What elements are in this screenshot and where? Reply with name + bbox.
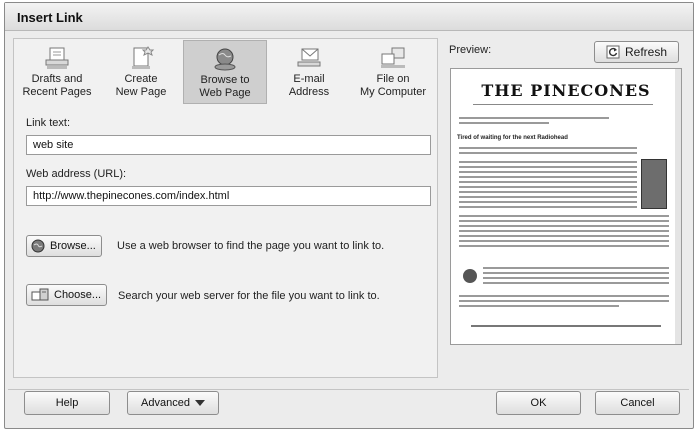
preview-text-line xyxy=(459,215,669,217)
preview-nav-bar xyxy=(473,104,653,105)
help-button-label: Help xyxy=(55,397,79,409)
browse-button-label: Browse... xyxy=(50,240,96,252)
preview-text-line xyxy=(459,166,637,168)
preview-icon-image xyxy=(463,269,477,283)
tab-drafts-recent-pages[interactable]: Drafts and Recent Pages xyxy=(15,40,99,104)
preview-text-line xyxy=(483,272,669,274)
web-address-label: Web address (URL): xyxy=(26,168,127,180)
new-page-icon xyxy=(132,46,155,69)
preview-text-line xyxy=(483,267,669,269)
advanced-button[interactable]: Advanced xyxy=(127,391,219,415)
preview-text-line xyxy=(459,122,549,124)
choose-button-label: Choose... xyxy=(54,289,102,301)
browse-description: Use a web browser to find the page you w… xyxy=(117,240,385,252)
browse-button[interactable]: Browse... xyxy=(26,235,102,257)
tab-browse-web-page[interactable]: Browse to Web Page xyxy=(183,40,267,104)
preview-text-line xyxy=(459,235,669,237)
refresh-icon xyxy=(606,45,620,59)
preview-album-image xyxy=(641,159,667,209)
preview-text-line xyxy=(459,225,669,227)
preview-text-line xyxy=(459,300,669,302)
preview-text-line xyxy=(459,191,637,193)
preview-footer-line xyxy=(471,325,661,327)
refresh-button-label: Refresh xyxy=(624,45,668,59)
web-address-input[interactable] xyxy=(26,186,431,206)
link-options-panel: Drafts and Recent Pages Create New Page … xyxy=(13,38,438,378)
preview-text-line xyxy=(459,305,619,307)
preview-text-line xyxy=(483,282,669,284)
preview-text-line xyxy=(459,152,637,154)
tab-label: Browse to Web Page xyxy=(199,74,251,99)
preview-text-line xyxy=(459,245,669,247)
preview-text-line xyxy=(459,147,637,149)
link-text-label: Link text: xyxy=(26,117,71,129)
preview-headline: Tired of waiting for the next Radiohead xyxy=(457,135,568,141)
preview-text-line xyxy=(459,171,637,173)
refresh-button[interactable]: Refresh xyxy=(594,41,679,63)
link-type-toolbar: Drafts and Recent Pages Create New Page … xyxy=(15,40,436,104)
preview-text-line xyxy=(459,295,669,297)
tab-label: File on My Computer xyxy=(359,73,427,98)
preview-text-line xyxy=(459,181,637,183)
preview-label: Preview: xyxy=(449,44,492,56)
preview-text-line xyxy=(459,220,669,222)
tab-label: E-mail Address xyxy=(288,73,330,98)
link-text-input[interactable] xyxy=(26,135,431,155)
caret-down-icon xyxy=(194,400,205,406)
tab-label: Create New Page xyxy=(115,73,167,98)
preview-text-line xyxy=(483,277,669,279)
server-icon xyxy=(31,288,49,301)
preview-site-title: THE PINECONES xyxy=(481,81,651,100)
choose-button[interactable]: Choose... xyxy=(26,284,108,306)
preview-scrollbar[interactable] xyxy=(675,69,681,344)
help-button[interactable]: Help xyxy=(24,391,110,415)
preview-text-line xyxy=(459,176,637,178)
preview-text-line xyxy=(459,196,637,198)
ok-button-label: OK xyxy=(530,397,547,409)
advanced-button-label: Advanced xyxy=(141,397,190,409)
globe-icon xyxy=(214,48,236,71)
preview-text-line xyxy=(459,240,669,242)
tab-file-on-my-computer[interactable]: File on My Computer xyxy=(351,40,435,104)
choose-description: Search your web server for the file you … xyxy=(118,290,380,302)
envelope-icon xyxy=(297,48,321,67)
tab-label: Drafts and Recent Pages xyxy=(22,73,92,98)
drafts-icon xyxy=(45,47,69,69)
dialog-title: Insert Link xyxy=(17,10,83,25)
tab-create-new-page[interactable]: Create New Page xyxy=(99,40,183,104)
preview-text-line xyxy=(459,230,669,232)
ok-button[interactable]: OK xyxy=(496,391,581,415)
computer-icon xyxy=(381,47,405,68)
web-page-preview[interactable]: THE PINECONES Tired of waiting for the n… xyxy=(450,68,682,345)
preview-text-line xyxy=(459,206,637,208)
preview-text-line xyxy=(459,186,637,188)
cancel-button-label: Cancel xyxy=(620,397,655,409)
tab-email-address[interactable]: E-mail Address xyxy=(267,40,351,104)
cancel-button[interactable]: Cancel xyxy=(595,391,680,415)
preview-text-line xyxy=(459,161,637,163)
preview-text-line xyxy=(459,117,609,119)
globe-icon xyxy=(31,239,45,253)
preview-text-line xyxy=(459,201,637,203)
title-bar: Insert Link xyxy=(5,3,693,31)
bottom-separator xyxy=(8,389,689,390)
